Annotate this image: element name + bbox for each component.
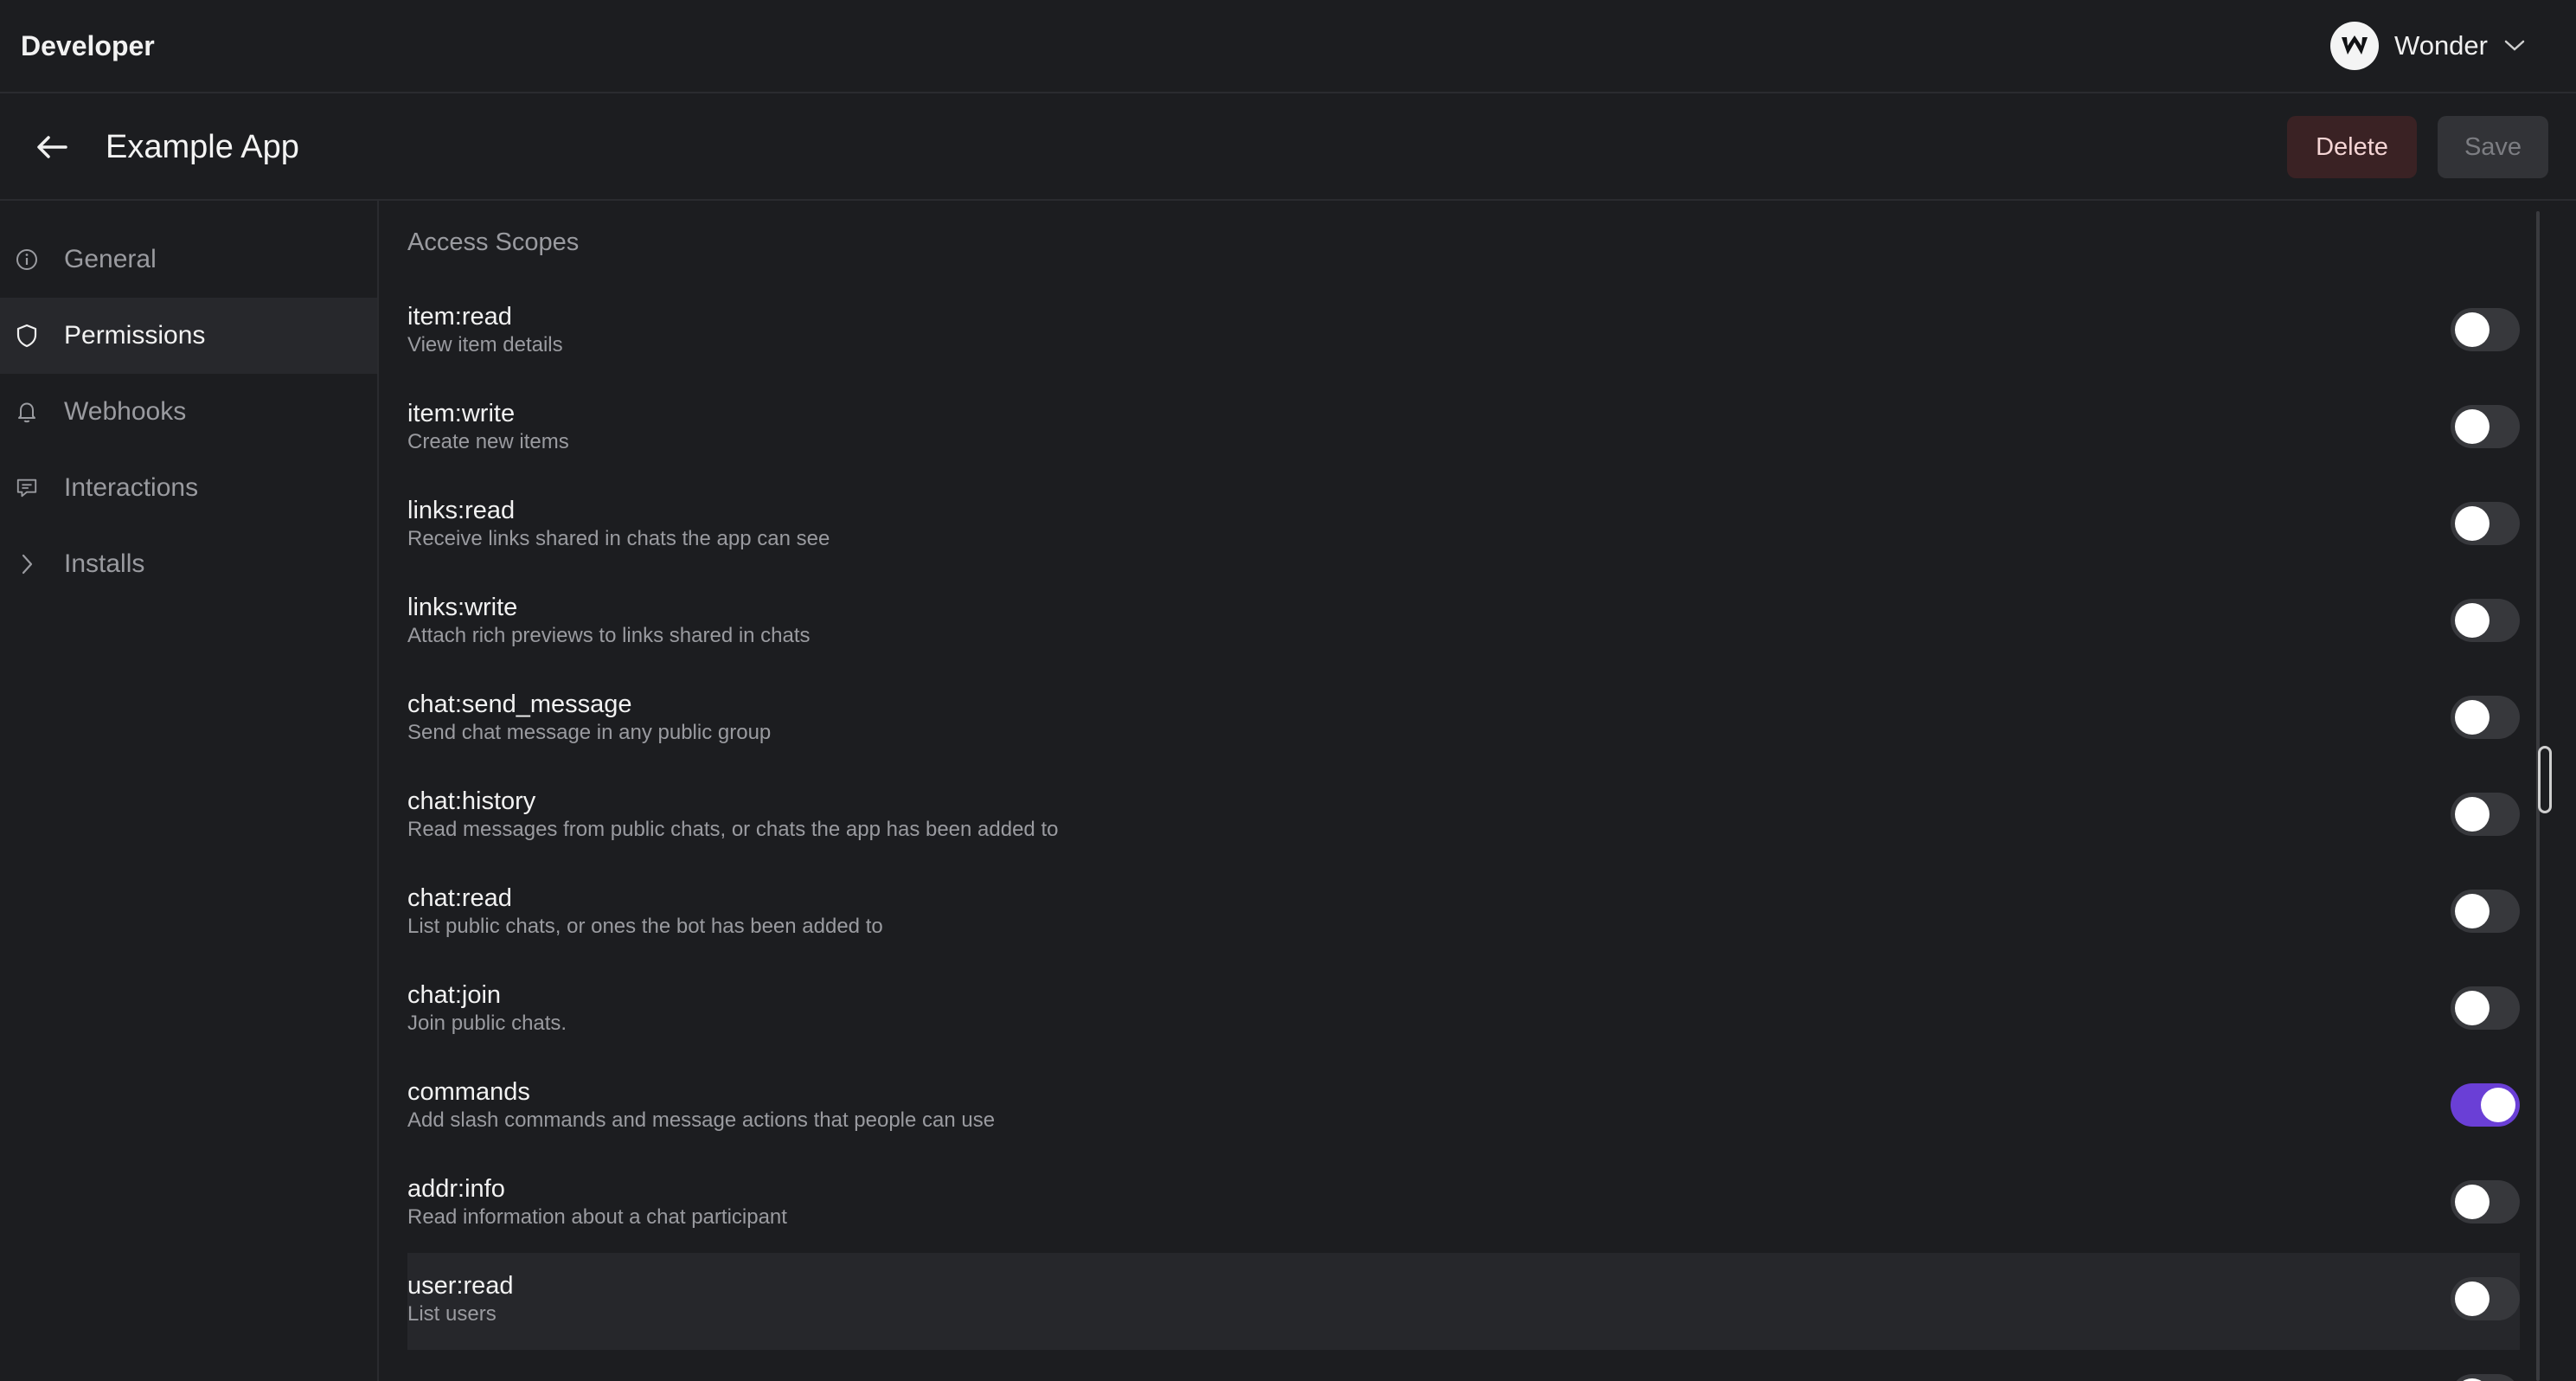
main-content: Access Scopes item:read View item details… [381, 201, 2576, 1381]
scope-row: user:read List users [407, 1253, 2520, 1350]
sidebar-item-permissions[interactable]: Permissions [0, 298, 377, 374]
scope-row: item:write Create new items [407, 381, 2520, 478]
scope-description: Send chat message in any public group [407, 721, 772, 744]
chevron-right-icon [16, 553, 38, 575]
scope-row: user:read.email [407, 1350, 2520, 1381]
scope-description: List users [407, 1302, 497, 1326]
toggle-knob [2455, 991, 2489, 1025]
scope-name: chat:history [407, 787, 536, 815]
scope-toggle[interactable] [2451, 502, 2520, 545]
delete-button[interactable]: Delete [2287, 116, 2417, 178]
toggle-knob [2455, 1185, 2489, 1219]
scope-name: user:read [407, 1272, 514, 1300]
scope-name: item:write [407, 400, 516, 427]
sidebar-item-label: Webhooks [64, 397, 187, 426]
scope-toggle[interactable] [2451, 793, 2520, 836]
scope-row: links:read Receive links shared in chats … [407, 478, 2520, 575]
scope-row: chat:join Join public chats. [407, 962, 2520, 1059]
scope-name: chat:read [407, 884, 512, 912]
scope-toggle[interactable] [2451, 986, 2520, 1030]
scope-row: chat:read List public chats, or ones the … [407, 865, 2520, 962]
chevron-down-icon [2504, 40, 2525, 51]
scrollbar-thumb[interactable] [2538, 746, 2552, 813]
chat-icon [16, 477, 38, 499]
scope-list: item:read View item details item:write Crea… [407, 284, 2520, 1381]
scope-toggle[interactable] [2451, 1374, 2520, 1381]
scope-toggle[interactable] [2451, 696, 2520, 739]
toggle-knob [2481, 1088, 2515, 1122]
scope-toggle[interactable] [2451, 890, 2520, 933]
scope-name: addr:info [407, 1175, 505, 1203]
save-button[interactable]: Save [2438, 116, 2548, 178]
toggle-knob [2455, 506, 2489, 541]
arrow-left-icon [37, 136, 67, 158]
scope-description: Create new items [407, 430, 569, 453]
account-name: Wonder [2394, 30, 2488, 61]
scope-description: Read information about a chat participan… [407, 1205, 787, 1229]
shield-icon [16, 324, 38, 348]
scope-toggle[interactable] [2451, 1180, 2520, 1224]
scope-row: chat:send_message Send chat message in an… [407, 671, 2520, 768]
sidebar-item-interactions[interactable]: Interactions [0, 450, 377, 526]
toggle-knob [2455, 797, 2489, 832]
scope-row: chat:history Read messages from public ch… [407, 768, 2520, 865]
scope-name: links:read [407, 497, 516, 524]
scope-toggle[interactable] [2451, 1083, 2520, 1127]
toggle-knob [2455, 1281, 2489, 1316]
scope-description: View item details [407, 333, 563, 356]
page-header: Example App Delete Save [0, 95, 2576, 201]
scope-description: Join public chats. [407, 1012, 567, 1035]
scope-name: links:write [407, 594, 518, 621]
toggle-knob [2455, 312, 2489, 347]
scope-name: item:read [407, 303, 512, 331]
toggle-knob [2455, 603, 2489, 638]
bell-icon [16, 401, 38, 423]
toggle-knob [2455, 409, 2489, 444]
sidebar: General Permissions Webhooks Interaction… [0, 201, 379, 1381]
page-title: Example App [106, 128, 299, 165]
scope-description: Add slash commands and message actions t… [407, 1108, 996, 1132]
back-button[interactable] [31, 126, 73, 168]
scope-name: chat:join [407, 981, 502, 1009]
scope-row: item:read View item details [407, 284, 2520, 381]
sidebar-item-label: Installs [64, 549, 145, 578]
sidebar-item-webhooks[interactable]: Webhooks [0, 374, 377, 450]
scope-toggle[interactable] [2451, 1277, 2520, 1320]
sidebar-item-label: Permissions [64, 321, 206, 350]
scope-description: Receive links shared in chats the app ca… [407, 527, 830, 550]
scope-description: Read messages from public chats, or chat… [407, 818, 1059, 841]
toggle-knob [2455, 894, 2489, 928]
sidebar-item-general[interactable]: General [0, 222, 377, 298]
brand-title: Developer [21, 29, 155, 61]
scope-row: links:write Attach rich previews to links… [407, 575, 2520, 671]
toggle-knob [2455, 700, 2489, 735]
scope-row: commands Add slash commands and message a… [407, 1059, 2520, 1156]
account-menu[interactable]: Wonder [2330, 22, 2526, 70]
sidebar-item-label: Interactions [64, 473, 199, 502]
scope-name: chat:send_message [407, 690, 632, 718]
scope-row: addr:info Read information about a chat p… [407, 1156, 2520, 1253]
scope-description: Attach rich previews to links shared in … [407, 624, 811, 647]
scope-toggle[interactable] [2451, 599, 2520, 642]
top-bar: Developer Wonder [0, 0, 2576, 93]
scope-description: List public chats, or ones the bot has b… [407, 915, 883, 938]
scope-toggle[interactable] [2451, 308, 2520, 351]
account-logo-icon [2330, 22, 2379, 70]
info-icon [16, 248, 38, 271]
scope-toggle[interactable] [2451, 405, 2520, 448]
sidebar-item-installs[interactable]: Installs [0, 526, 377, 602]
section-title: Access Scopes [407, 228, 580, 256]
sidebar-item-label: General [64, 245, 157, 273]
scope-name: commands [407, 1078, 530, 1106]
